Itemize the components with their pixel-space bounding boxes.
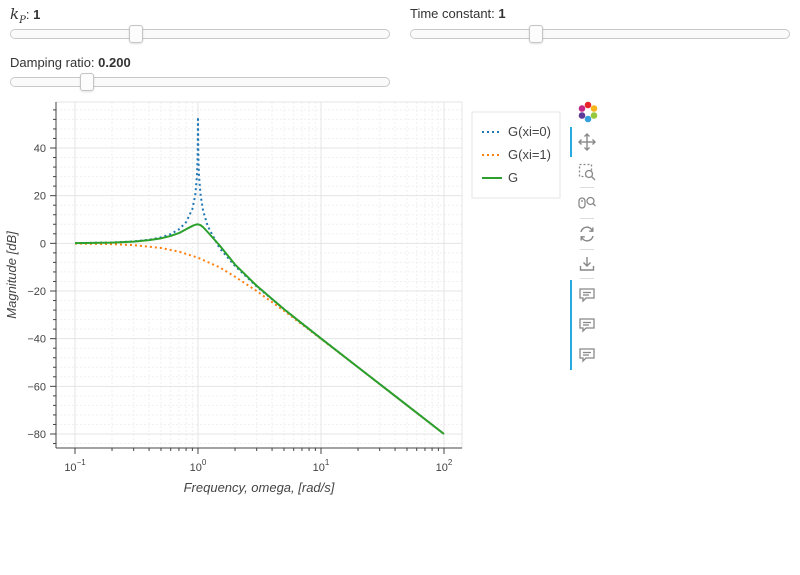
toolbar-separator — [580, 278, 594, 279]
damping-ratio-slider: Damping ratio: 0.200 — [10, 54, 390, 91]
legend-label: G(xi=0) — [508, 124, 551, 139]
kp-value: 1 — [33, 7, 41, 22]
y-tick-label: 20 — [34, 191, 46, 203]
damping-ratio-slider-title: Damping ratio: 0.200 — [10, 55, 131, 70]
kp-slider-title: kP: 1 — [10, 5, 41, 26]
kp-slider-track[interactable] — [10, 25, 390, 43]
x-tick-label: 10−1 — [64, 458, 86, 474]
minor-grid — [56, 102, 462, 448]
wheel-zoom-icon[interactable] — [577, 193, 597, 213]
kp-symbol: kP — [10, 5, 26, 26]
y-axis-label: Magnitude [dB] — [4, 231, 19, 319]
y-tick-label: 40 — [34, 143, 46, 155]
time-constant-slider-handle[interactable] — [528, 25, 543, 43]
legend-label: G(xi=1) — [508, 147, 551, 162]
hover-icon[interactable] — [577, 315, 597, 335]
damping-ratio-slider-track[interactable] — [10, 73, 390, 91]
legend-label: G — [508, 170, 518, 185]
damping-ratio-value: 0.200 — [98, 55, 131, 70]
time-constant-slider-fill — [411, 30, 536, 38]
x-tick-label: 101 — [313, 458, 330, 474]
damping-ratio-slider-handle[interactable] — [79, 73, 94, 91]
time-constant-slider-title: Time constant: 1 — [410, 6, 506, 21]
hover-icon[interactable] — [577, 285, 597, 305]
active-inspect-tool-indicator — [570, 280, 572, 370]
x-axis-label: Frequency, omega, [rad/s] — [184, 480, 335, 495]
bode-magnitude-plot[interactable]: 10−1 100 101 10240200−20−40−60−80 G(xi=0)G(… — [0, 95, 565, 505]
y-tick-label: −80 — [27, 429, 46, 441]
kp-slider-handle[interactable] — [128, 25, 143, 43]
y-tick-label: −40 — [27, 334, 46, 346]
kp-slider: kP: 1 — [10, 5, 390, 43]
bokeh-logo-icon[interactable] — [577, 101, 598, 123]
active-drag-tool-indicator — [570, 127, 572, 157]
y-tick-label: −60 — [27, 381, 46, 393]
x-tick-label: 100 — [190, 458, 207, 474]
damping-ratio-slider-fill — [11, 78, 87, 86]
box-zoom-icon[interactable] — [577, 162, 597, 182]
reset-icon[interactable] — [577, 224, 597, 244]
legend: G(xi=0) G(xi=1) G — [471, 111, 561, 199]
x-tick-label: 102 — [436, 458, 453, 474]
toolbar-separator — [580, 218, 594, 219]
toolbar-separator — [580, 187, 594, 188]
time-constant-value: 1 — [498, 6, 506, 21]
kp-slider-fill — [11, 30, 136, 38]
hover-icon[interactable] — [577, 345, 597, 365]
time-constant-slider: Time constant: 1 — [410, 5, 790, 43]
y-tick-label: 0 — [40, 238, 46, 250]
save-icon[interactable] — [577, 254, 597, 274]
pan-icon[interactable] — [577, 132, 597, 152]
time-constant-slider-track[interactable] — [410, 25, 790, 43]
y-tick-label: −20 — [27, 286, 46, 298]
toolbar-separator — [580, 249, 594, 250]
